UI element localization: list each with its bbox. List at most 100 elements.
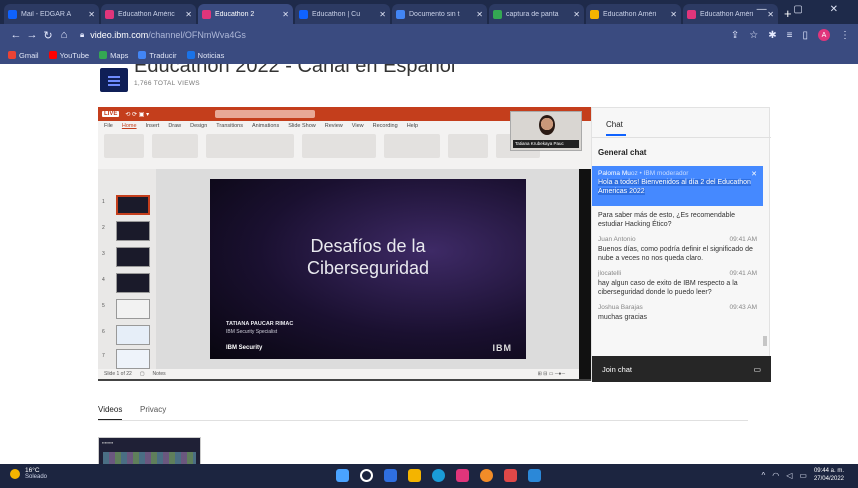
browser-tab[interactable]: Educathon | Cu ✕ xyxy=(295,4,390,24)
sun-icon xyxy=(10,469,20,479)
ppt-status-bar: Slide 1 of 22 ▢ Notes ⊞ ⊟ ▭ ─●─ xyxy=(98,369,579,379)
chat-panel: Chat General chat Paloma Muoz • IBM mode… xyxy=(591,107,771,382)
ppt-menu-item: Review xyxy=(324,123,343,129)
slide-number: 2 xyxy=(102,225,105,231)
weather-widget[interactable]: 16°C Soleado xyxy=(10,467,47,481)
volume-icon[interactable]: ◁ xyxy=(786,471,792,480)
clock[interactable]: 09:44 a. m. 27/04/2022 xyxy=(814,467,844,483)
bookmark-traducir[interactable]: Traducir xyxy=(138,51,177,60)
bookmark-star-icon[interactable]: ☆ xyxy=(749,30,758,41)
slide-title: Desafíos de la Ciberseguridad xyxy=(210,235,526,279)
windows-start-icon[interactable] xyxy=(336,469,349,482)
bookmark-noticias[interactable]: Noticias xyxy=(186,51,224,60)
search-icon[interactable] xyxy=(360,469,373,482)
chat-message: jlocatelli 09:41 AM hay algun caso de exi… xyxy=(592,267,763,301)
address-bar[interactable]: 🔒︎ video.ibm.com/channel/OFNmWva4Gs xyxy=(80,30,246,40)
active-tab-indicator xyxy=(606,134,626,136)
tab-favicon-icon xyxy=(299,9,308,19)
chat-scrollbar[interactable] xyxy=(763,166,767,356)
ppt-slide-thumbnails: 1 2 3 4 5 6 7 xyxy=(98,169,156,369)
bookmark-youtube[interactable]: YouTube xyxy=(48,51,89,60)
ppt-search-box xyxy=(215,110,316,118)
task-view-icon[interactable] xyxy=(384,469,397,482)
side-panel-icon[interactable]: ▯ xyxy=(802,30,808,41)
tab-privacy[interactable]: Privacy xyxy=(140,405,166,414)
extensions-puzzle-icon[interactable]: ✱ xyxy=(768,30,776,41)
bookmark-gmail[interactable]: Gmail xyxy=(8,51,39,60)
ppt-editing-group xyxy=(448,134,488,158)
tab-title: Educathon | Cu xyxy=(312,10,361,18)
browser-tab[interactable]: captura de panta ✕ xyxy=(489,4,584,24)
message-author: Paloma Muoz • IBM moderador xyxy=(598,170,757,177)
tab-title: Educathon 2 xyxy=(215,10,255,18)
url-path: /channel/OFNmWva4Gs xyxy=(148,30,246,40)
spelling-icon: ▢ xyxy=(139,371,145,377)
bookmark-maps[interactable]: Maps xyxy=(99,51,128,60)
system-tray: ^ ◠ ◁ ▭ 09:44 a. m. 27/04/2022 xyxy=(762,467,845,483)
reload-icon[interactable]: ↻ xyxy=(40,29,56,42)
file-explorer-icon[interactable] xyxy=(408,469,421,482)
gmail-icon xyxy=(8,51,16,59)
scrollbar-thumb[interactable] xyxy=(763,336,767,346)
battery-icon[interactable]: ▭ xyxy=(799,471,807,480)
slide-thumbnail xyxy=(116,247,150,267)
slide-number: 5 xyxy=(102,303,105,309)
close-icon[interactable]: ✕ xyxy=(751,170,757,178)
live-badge: LIVE xyxy=(102,111,120,117)
browser-tab-active[interactable]: Educathon 2 ✕ xyxy=(198,4,293,24)
video-progress-bar[interactable] xyxy=(98,379,591,381)
browser-tab[interactable]: Mail - EDGAR A ✕ xyxy=(4,4,99,24)
temperature: 16°C xyxy=(25,467,40,474)
share-icon[interactable]: ⇪ xyxy=(731,30,739,41)
window-controls[interactable]: — ▢ ✕ xyxy=(757,4,850,15)
tab-videos[interactable]: Videos xyxy=(98,405,122,414)
tab-title: Educathon Améric xyxy=(118,10,175,18)
join-chat-button[interactable]: Join chat ▭ xyxy=(592,356,771,382)
video-player[interactable]: LIVE ⟲ ⟳ ▣ ▾ File Home Insert Draw Desig… xyxy=(98,107,591,381)
tab-title: captura de panta xyxy=(506,10,559,18)
channel-logo[interactable] xyxy=(100,68,128,92)
message-time: 09:41 AM xyxy=(729,236,757,243)
chrome-icon[interactable] xyxy=(480,469,493,482)
tab-title: Educathon Améri xyxy=(603,10,657,18)
back-arrow-icon[interactable]: ← xyxy=(8,29,24,41)
channel-title: Educathon 2022 - Canal en Español xyxy=(134,64,456,77)
home-icon[interactable]: ⌂ xyxy=(56,29,72,41)
app-icon[interactable] xyxy=(528,469,541,482)
ppt-drawing-group xyxy=(384,134,440,158)
wifi-icon[interactable]: ◠ xyxy=(772,471,779,480)
close-tab-icon[interactable]: ✕ xyxy=(185,10,192,19)
chat-message-list[interactable]: Paloma Muoz • IBM moderador Hola a todos… xyxy=(592,166,763,356)
browser-toolbar: ← → ↻ ⌂ 🔒︎ video.ibm.com/channel/OFNmWva… xyxy=(0,24,858,46)
app-icon[interactable] xyxy=(456,469,469,482)
close-tab-icon[interactable]: ✕ xyxy=(670,10,677,19)
forward-arrow-icon[interactable]: → xyxy=(24,29,40,41)
chevron-up-icon[interactable]: ^ xyxy=(762,471,766,480)
browser-tab[interactable]: Documento sin t ✕ xyxy=(392,4,487,24)
edge-browser-icon[interactable] xyxy=(432,469,445,482)
close-tab-icon[interactable]: ✕ xyxy=(573,10,580,19)
slide-thumbnail-selected xyxy=(116,195,150,215)
media-queue-icon[interactable]: ≡ xyxy=(787,30,793,41)
browser-tab[interactable]: Educathon Améri ✕ xyxy=(586,4,681,24)
video-thumbnail[interactable]: ▪▪▪▪▪▪▪▪ xyxy=(98,437,201,464)
ppt-menu-item: Slide Show xyxy=(288,123,316,129)
maps-icon xyxy=(99,51,108,59)
slide-number: 1 xyxy=(102,199,105,205)
message-text: muchas gracias xyxy=(598,314,648,321)
channel-view-count: 1,766 TOTAL VIEWS xyxy=(134,80,200,87)
brave-browser-icon[interactable] xyxy=(504,469,517,482)
divider xyxy=(592,137,771,138)
close-tab-icon[interactable]: ✕ xyxy=(476,10,483,19)
close-tab-icon[interactable]: ✕ xyxy=(282,10,289,19)
close-tab-icon[interactable]: ✕ xyxy=(379,10,386,19)
message-time: 09:43 AM xyxy=(729,304,757,311)
profile-avatar[interactable]: A xyxy=(818,29,830,41)
menu-kebab-icon[interactable]: ⋮ xyxy=(840,30,850,41)
slide-author-role: IBM Security Specialist xyxy=(226,329,278,335)
close-tab-icon[interactable]: ✕ xyxy=(88,10,95,19)
browser-tab[interactable]: Educathon Améric ✕ xyxy=(101,4,196,24)
news-icon xyxy=(186,51,195,59)
divider xyxy=(98,420,748,421)
tab-chat[interactable]: Chat xyxy=(606,120,623,129)
